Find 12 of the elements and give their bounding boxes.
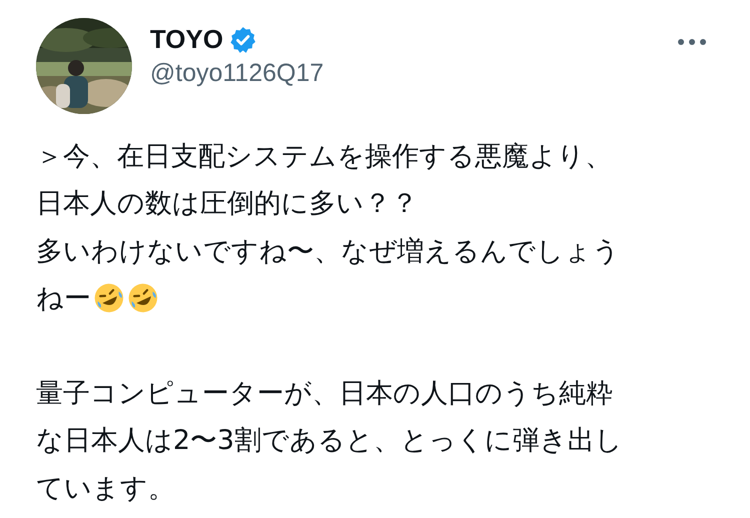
tweet-text: な日本人は2〜3割であると、とっくに弾き出し bbox=[36, 424, 622, 458]
laughing-emoji-icon bbox=[127, 282, 159, 314]
display-name[interactable]: TOYO bbox=[150, 24, 224, 55]
more-icon[interactable] bbox=[677, 38, 707, 46]
tweet-text: 量子コンピューターが、日本の人口のうち純粋 bbox=[36, 376, 613, 411]
tweet-text: 多いわけないですね〜、なぜ増えるんでしょう bbox=[36, 234, 620, 269]
tweet-text: 日本人の数は圧倒的に多い？？ bbox=[36, 187, 418, 222]
laughing-emoji-icon bbox=[93, 282, 125, 314]
tweet-text: ねー bbox=[36, 282, 91, 316]
user-handle[interactable]: @toyo1126Q17 bbox=[150, 59, 324, 88]
tweet-text: ＞今、在日支配システムを操作する悪魔より、 bbox=[36, 140, 612, 174]
tweet-text: ています。 bbox=[36, 472, 175, 506]
